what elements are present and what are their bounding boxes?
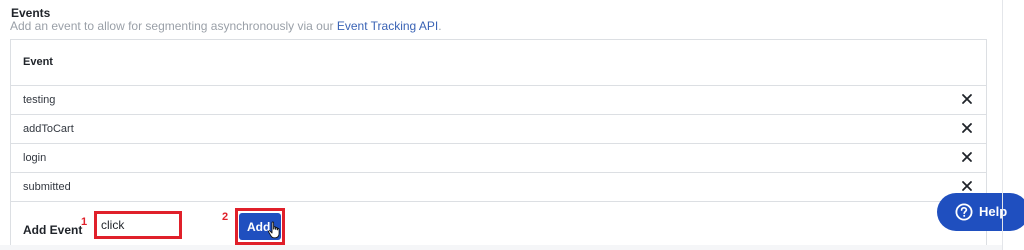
events-section-description: Add an event to allow for segmenting asy…: [10, 19, 442, 33]
events-section-title: Events: [11, 6, 51, 20]
question-circle-icon: [955, 203, 973, 221]
annotation-marker-2: 2: [222, 211, 229, 223]
table-row: testing: [11, 86, 986, 115]
close-icon[interactable]: [960, 92, 974, 106]
event-name: submitted: [23, 181, 71, 193]
event-column-header: Event: [23, 56, 53, 68]
page-right-border: [1002, 0, 1003, 250]
annotation-marker-1: 1: [81, 216, 88, 228]
close-icon[interactable]: [960, 121, 974, 135]
table-row: login: [11, 144, 986, 173]
close-icon[interactable]: [960, 150, 974, 164]
page: Events Add an event to allow for segment…: [0, 0, 1024, 250]
table-header: Event: [11, 40, 986, 86]
add-event-input[interactable]: [94, 211, 182, 239]
close-icon[interactable]: [960, 179, 974, 193]
event-name: login: [23, 152, 47, 164]
table-row: addToCart: [11, 115, 986, 144]
event-name: testing: [23, 94, 56, 106]
events-table: Event testing addToCart login submitted …: [10, 39, 987, 250]
description-text: Add an event to allow for segmenting asy…: [10, 19, 337, 33]
description-end: .: [438, 19, 442, 33]
hand-cursor-icon: [268, 221, 280, 239]
event-name: addToCart: [23, 123, 74, 135]
event-tracking-api-link[interactable]: Event Tracking API: [337, 19, 438, 33]
add-event-row: Add Event: [11, 202, 986, 250]
table-row: submitted: [11, 173, 986, 202]
add-event-label: Add Event: [23, 223, 83, 237]
help-button[interactable]: Help: [937, 193, 1024, 231]
bottom-divider: [0, 245, 1002, 250]
